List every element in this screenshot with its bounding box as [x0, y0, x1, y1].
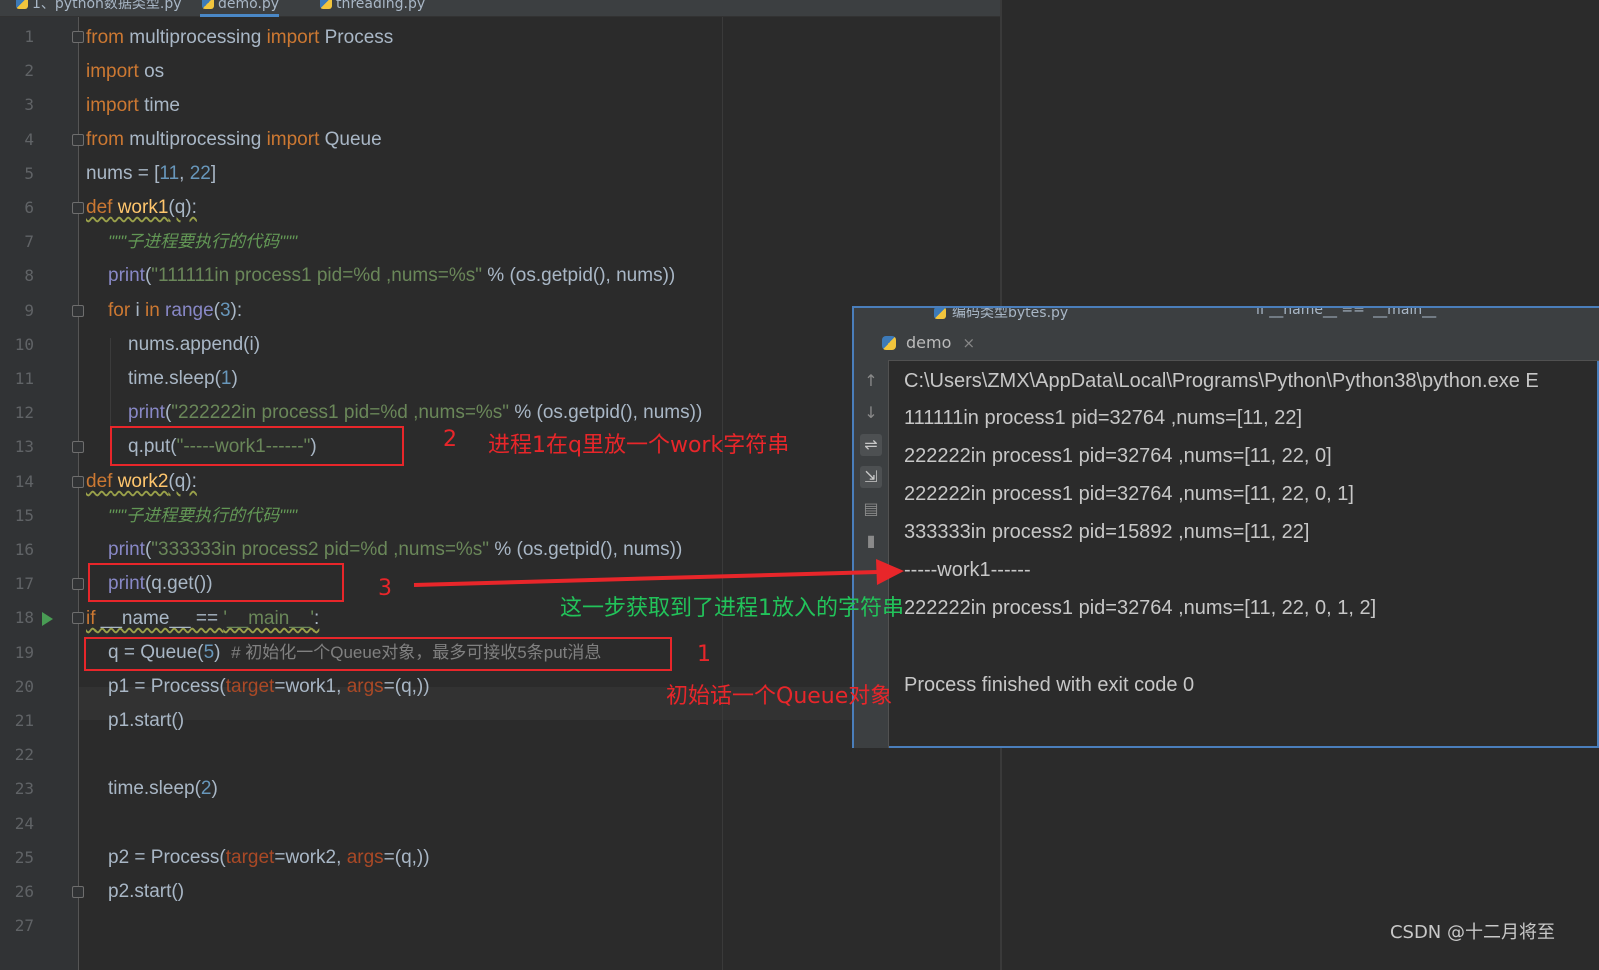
watermark: CSDN @十二月将至: [1389, 922, 1555, 943]
annotation-arrow: [413, 559, 904, 587]
